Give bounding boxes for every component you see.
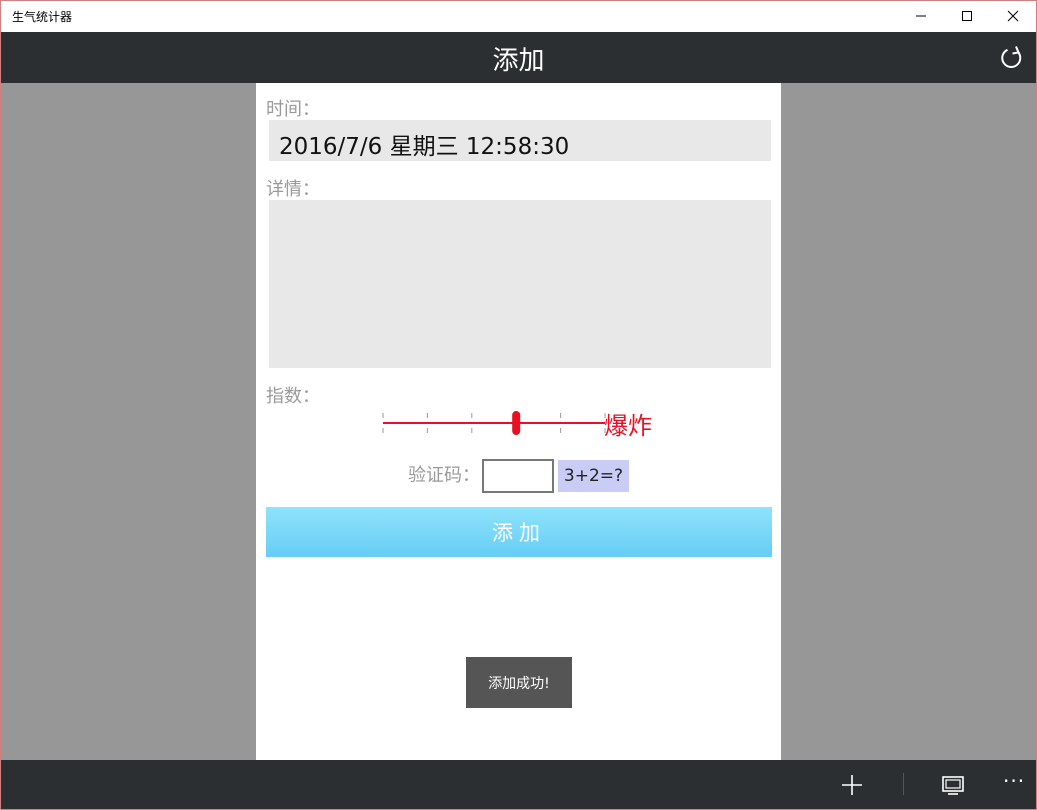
captcha-input[interactable] <box>482 459 554 493</box>
maximize-icon <box>962 11 972 21</box>
maximize-button[interactable] <box>944 0 990 32</box>
page-title: 添加 <box>492 46 545 76</box>
close-button[interactable] <box>990 0 1036 32</box>
display-icon[interactable] <box>940 772 966 798</box>
app-header: 添加 <box>1 32 1036 83</box>
time-field[interactable]: 2016/7/6 星期三 12:58:30 <box>269 120 771 161</box>
minimize-icon <box>916 15 926 17</box>
index-level-text: 爆炸 <box>604 412 652 440</box>
app-title: 生气统计器 <box>12 10 73 24</box>
time-label: 时间： <box>266 99 320 120</box>
index-label: 指数： <box>266 386 320 407</box>
captcha-question: 3+2=? <box>558 460 629 492</box>
detail-textarea[interactable] <box>269 200 771 368</box>
anger-index-slider[interactable] <box>382 408 606 438</box>
captcha-label: 验证码： <box>408 465 480 486</box>
command-bar: ··· <box>1 760 1036 809</box>
slider-thumb[interactable] <box>512 411 521 435</box>
success-toast: 添加成功! <box>466 657 572 708</box>
more-icon[interactable]: ··· <box>1003 769 1025 793</box>
command-separator <box>903 773 904 795</box>
add-icon[interactable] <box>839 772 865 798</box>
refresh-icon[interactable] <box>997 44 1025 72</box>
detail-label: 详情： <box>266 179 320 200</box>
form-panel: 时间： 2016/7/6 星期三 12:58:30 详情： 指数： 爆炸 验证码… <box>256 83 781 760</box>
minimize-button[interactable] <box>898 0 944 32</box>
add-button[interactable]: 添加 <box>266 507 772 557</box>
time-value: 2016/7/6 星期三 12:58:30 <box>279 134 570 160</box>
close-icon <box>1007 10 1019 22</box>
title-bar: 生气统计器 <box>0 0 1037 32</box>
